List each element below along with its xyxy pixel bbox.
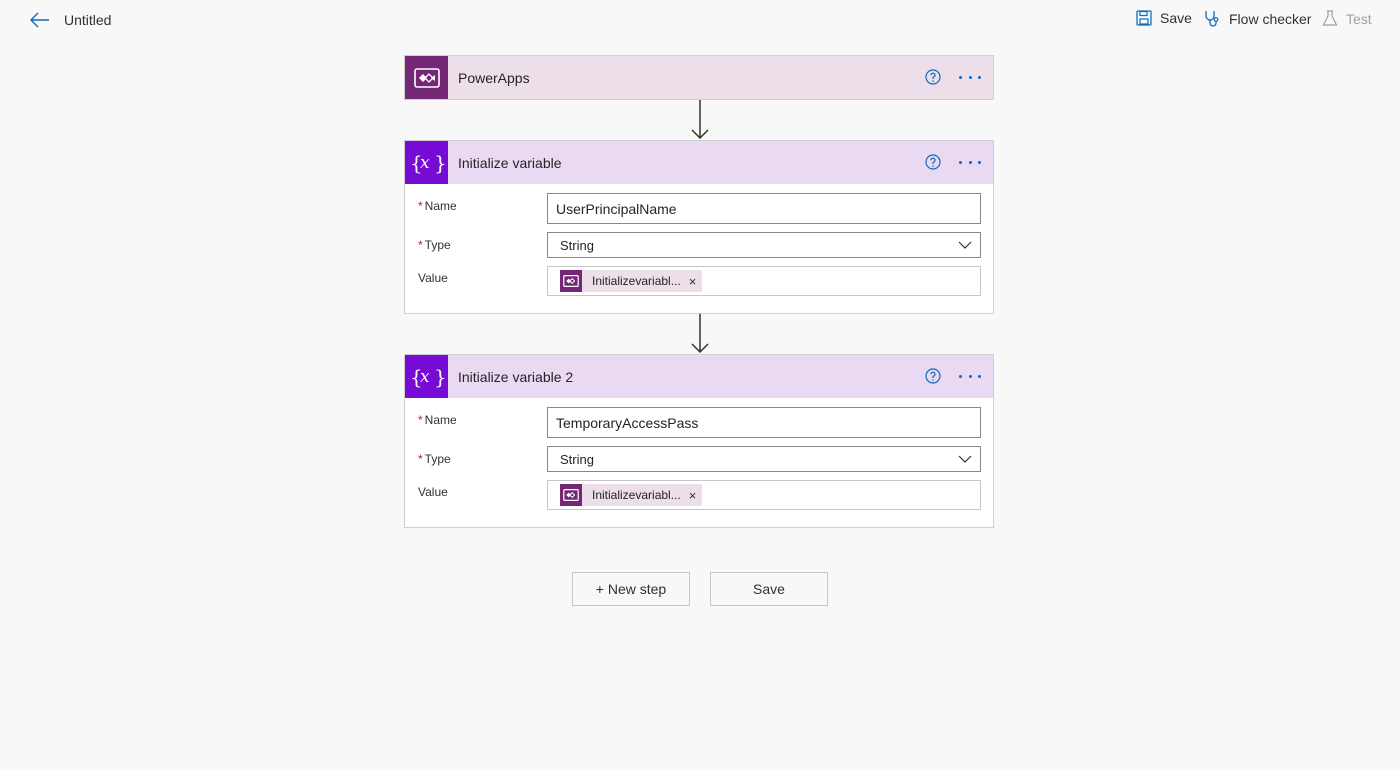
top-command-bar: Untitled Save Flow checker Test: [0, 0, 1400, 40]
type-label: * Type: [418, 452, 451, 466]
save-command-button[interactable]: Save: [1136, 10, 1192, 26]
chevron-down-icon: [958, 455, 972, 463]
remove-token-icon[interactable]: ×: [689, 488, 697, 503]
flow-checker-label: Flow checker: [1229, 11, 1312, 27]
variable-icon: { x }: [405, 355, 448, 398]
initialize-variable-title: Initialize variable: [458, 154, 562, 171]
stethoscope-icon: [1205, 11, 1219, 27]
svg-text:x: x: [420, 367, 430, 387]
type-label: * Type: [418, 238, 451, 252]
chevron-down-icon: [958, 241, 972, 249]
svg-text:}: }: [434, 151, 445, 175]
token-label: Initializevariabl...: [592, 488, 681, 502]
value-label: Value: [418, 271, 448, 285]
new-step-button[interactable]: + New step: [572, 572, 690, 606]
value-input[interactable]: Initializevariabl... ×: [547, 480, 981, 510]
help-icon[interactable]: [925, 154, 941, 170]
powerapps-trigger-card[interactable]: PowerApps: [404, 55, 994, 100]
help-icon[interactable]: [925, 368, 941, 384]
more-options-icon[interactable]: [959, 70, 981, 84]
name-input[interactable]: TemporaryAccessPass: [547, 407, 981, 438]
help-icon[interactable]: [925, 69, 941, 85]
variable-icon: { x }: [405, 141, 448, 184]
type-dropdown[interactable]: String: [547, 446, 981, 472]
test-button[interactable]: Test: [1322, 10, 1372, 27]
initialize-variable-2-title: Initialize variable 2: [458, 368, 574, 385]
back-arrow-icon[interactable]: [28, 9, 52, 31]
flask-icon: [1322, 10, 1338, 26]
type-selected-value: String: [560, 451, 594, 467]
flow-checker-button[interactable]: Flow checker: [1203, 10, 1311, 28]
powerapps-card-title: PowerApps: [458, 69, 530, 86]
token-label: Initializevariabl...: [592, 274, 681, 288]
value-input[interactable]: Initializevariabl... ×: [547, 266, 981, 296]
powerapps-icon: [560, 270, 582, 292]
dynamic-content-token[interactable]: Initializevariabl... ×: [560, 270, 703, 292]
powerapps-icon: [560, 484, 582, 506]
more-options-icon[interactable]: [959, 369, 981, 383]
save-icon: [1136, 10, 1152, 26]
name-input[interactable]: UserPrincipalName: [547, 193, 981, 224]
connector-arrow-icon: [691, 314, 709, 354]
svg-text:x: x: [420, 153, 430, 173]
powerapps-card-header[interactable]: PowerApps: [405, 56, 993, 99]
initialize-variable-card: { x } Initialize variable *Name UserPrin…: [404, 140, 994, 314]
initialize-variable-2-card: { x } Initialize variable 2 *Name Tempor…: [404, 354, 994, 528]
save-command-label: Save: [1160, 10, 1192, 26]
remove-token-icon[interactable]: ×: [689, 274, 697, 289]
name-label: * Name: [418, 199, 457, 213]
initialize-variable-2-header[interactable]: { x } Initialize variable 2: [405, 355, 993, 398]
flow-title[interactable]: Untitled: [64, 12, 111, 28]
svg-text:}: }: [434, 365, 445, 389]
name-label: * Name: [418, 413, 457, 427]
type-dropdown[interactable]: String: [547, 232, 981, 258]
dynamic-content-token[interactable]: Initializevariabl... ×: [560, 484, 703, 506]
connector-arrow-icon: [691, 100, 709, 140]
type-selected-value: String: [560, 237, 594, 253]
save-button[interactable]: Save: [710, 572, 828, 606]
more-options-icon[interactable]: [959, 155, 981, 169]
value-label: Value: [418, 485, 448, 499]
initialize-variable-header[interactable]: { x } Initialize variable: [405, 141, 993, 184]
powerapps-icon: [405, 56, 448, 99]
test-label: Test: [1346, 10, 1372, 27]
